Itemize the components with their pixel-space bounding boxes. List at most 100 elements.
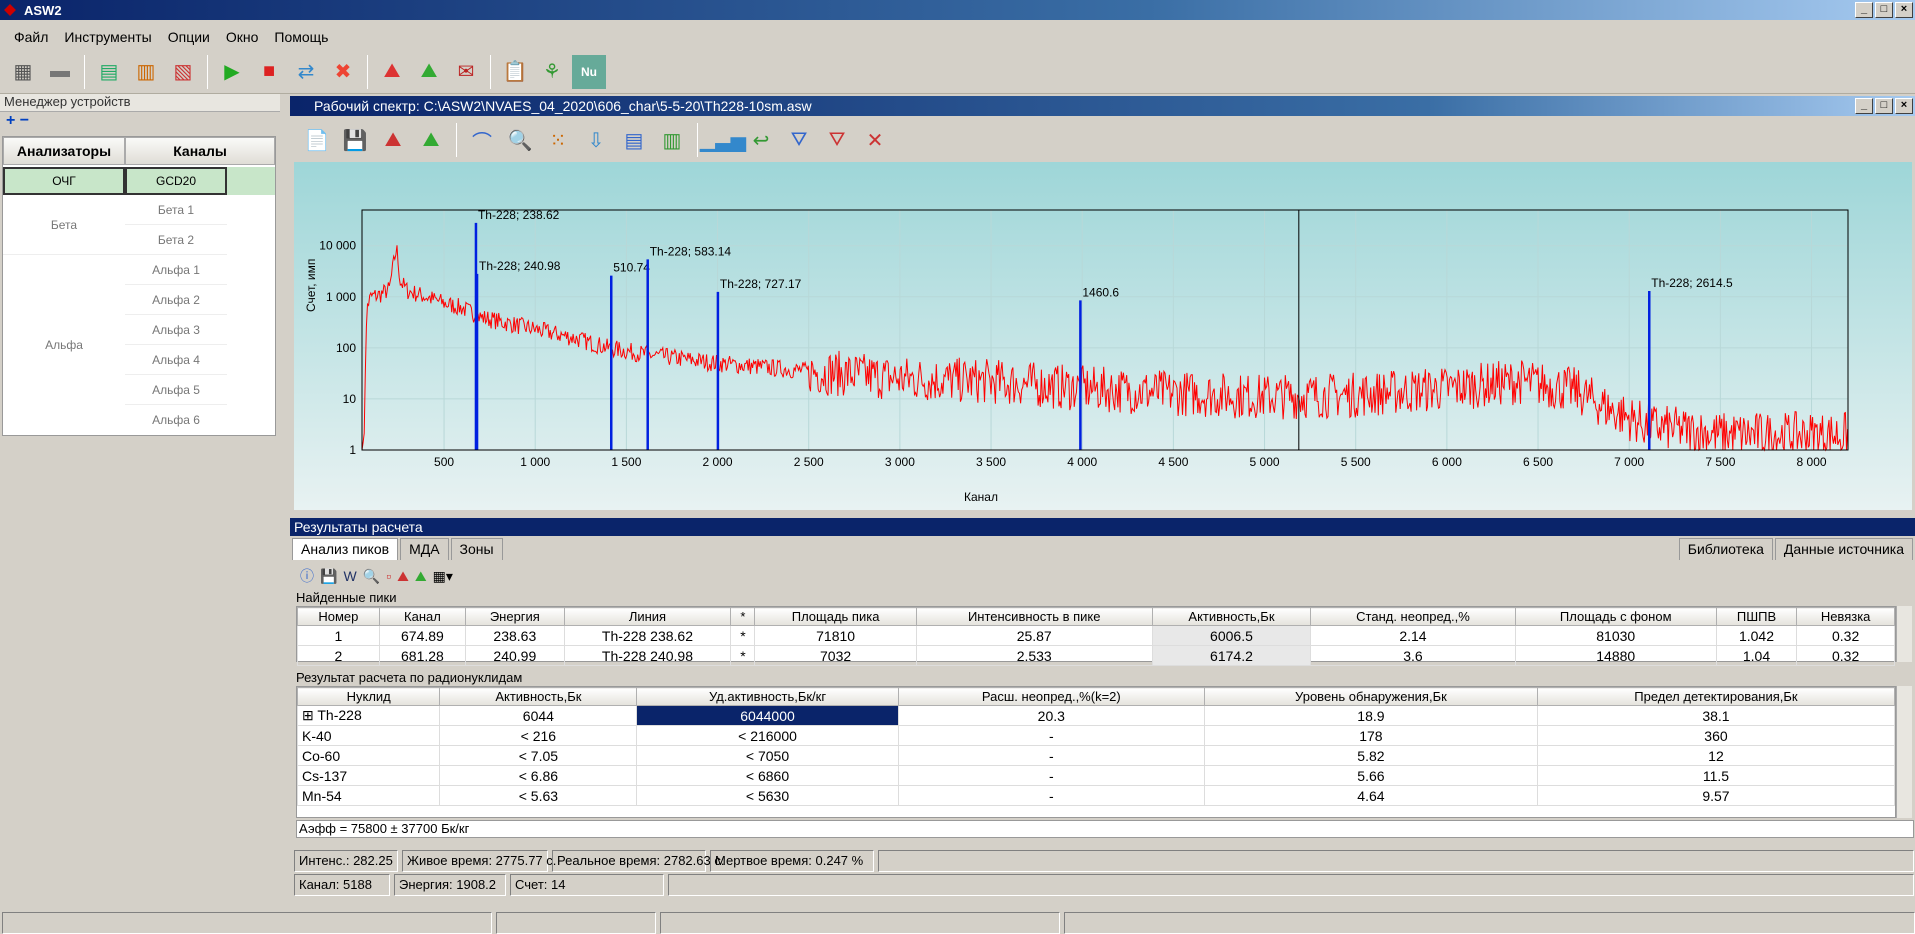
peak-col-7[interactable]: Активность,Бк [1151, 607, 1312, 626]
menu-window[interactable]: Окно [226, 29, 259, 45]
peak-col-1[interactable]: Канал [378, 607, 467, 626]
nuclide-cell[interactable]: 6044000 [636, 705, 899, 726]
undo-icon[interactable]: ↩ [744, 123, 778, 157]
nuclide-cell[interactable]: 178 [1203, 725, 1538, 746]
peak-cell[interactable]: 674.89 [378, 625, 467, 646]
nuclide-cell[interactable]: < 6860 [636, 765, 899, 786]
nuclide-cell[interactable]: 12 [1536, 745, 1896, 766]
delete-icon[interactable]: ✖ [326, 55, 360, 89]
menu-tools[interactable]: Инструменты [64, 29, 151, 45]
nuclide-cell[interactable]: ⊞ Th-228 [296, 705, 441, 726]
add-icon[interactable]: + [6, 112, 15, 129]
channel-alpha3[interactable]: Альфа 3 [125, 315, 227, 345]
analyzer-ochg[interactable]: ОЧГ [3, 167, 125, 195]
tab-zones[interactable]: Зоны [450, 538, 503, 560]
list-icon[interactable]: ▥ [129, 55, 163, 89]
tab-source-data[interactable]: Данные источника [1774, 538, 1913, 560]
table-row[interactable]: Cs-137 < 6.86 < 6860-5.66 11.5 [296, 765, 1896, 786]
save-icon[interactable]: 💾 [338, 123, 372, 157]
peak-cell[interactable]: 14880 [1514, 645, 1717, 666]
peak-cell[interactable]: 2 [297, 645, 380, 666]
dots-icon[interactable]: ⁙ [541, 123, 575, 157]
nuclide-cell[interactable]: < 5.63 [439, 785, 638, 806]
minimize-button[interactable]: _ [1855, 2, 1873, 18]
nuclide-cell[interactable]: - [897, 745, 1205, 766]
spectrum-compare-icon[interactable]: ⛰ [376, 123, 410, 157]
peak-col-5[interactable]: Площадь пика [754, 607, 917, 626]
channel-alpha4[interactable]: Альфа 4 [125, 345, 227, 375]
nuclide-col-5[interactable]: Предел детектирования,Бк [1536, 687, 1896, 706]
spectrum2-icon[interactable]: ⛰ [412, 55, 446, 89]
import-icon[interactable]: ⇩ [579, 123, 613, 157]
channel-beta2[interactable]: Бета 2 [125, 225, 227, 255]
peak-cell[interactable]: 1.04 [1715, 645, 1798, 666]
table-row[interactable]: Co-60 < 7.05 < 7050-5.82 12 [296, 745, 1896, 766]
peaks-scrollbar[interactable] [1896, 606, 1912, 662]
save-results-icon[interactable]: 💾 [320, 568, 337, 585]
nuclide-cell[interactable]: 38.1 [1536, 705, 1896, 726]
config-icon[interactable]: ▤ [92, 55, 126, 89]
play-icon[interactable]: ▶ [215, 55, 249, 89]
peak-cell[interactable]: * [730, 625, 756, 646]
info-icon[interactable]: ⓘ [300, 566, 314, 586]
nuclide-cell[interactable]: < 6.86 [439, 765, 638, 786]
remove-peak-icon[interactable]: ⛛ [820, 123, 854, 157]
nuclide-cell[interactable]: 6044 [439, 705, 638, 726]
analyzer-beta[interactable]: Бета [3, 195, 125, 255]
maximize-button[interactable]: □ [1875, 2, 1893, 18]
bars-icon[interactable]: ▥ [655, 123, 689, 157]
peak-cell[interactable]: 1 [297, 625, 380, 646]
table-row[interactable]: K-40 < 216 < 216000-178 360 [296, 725, 1896, 746]
peak-cell[interactable]: Th-228 240.98 [563, 645, 732, 666]
table-row[interactable]: 2 681.28 240.99 Th-228 240.98 * 7032 2.533 6174… [297, 645, 1895, 666]
report-icon[interactable]: 📄 [300, 123, 334, 157]
channel-alpha2[interactable]: Альфа 2 [125, 285, 227, 315]
peak-col-4[interactable]: * [730, 607, 756, 626]
nuclide-cell[interactable]: < 216 [439, 725, 638, 746]
peak-cell[interactable]: 1.042 [1715, 625, 1798, 646]
peak-cell[interactable]: 6174.2 [1151, 645, 1312, 666]
tab-peak-analysis[interactable]: Анализ пиков [292, 538, 399, 560]
menu-file[interactable]: Файл [14, 29, 48, 45]
peak-col-6[interactable]: Интенсивность в пике [915, 607, 1153, 626]
nuclide-cell[interactable]: - [897, 765, 1205, 786]
peak-cell[interactable]: 2.533 [915, 645, 1153, 666]
nuclide-cell[interactable]: 9.57 [1536, 785, 1896, 806]
table-row[interactable]: 1 674.89 238.63 Th-228 238.62 * 71810 25.87 600… [297, 625, 1895, 646]
peak-cell[interactable]: 7032 [754, 645, 917, 666]
table-icon[interactable]: ▤ [617, 123, 651, 157]
nuclide-cell[interactable]: 18.9 [1203, 705, 1538, 726]
chart-small-icon[interactable]: ⛰ [397, 568, 409, 585]
peak-col-0[interactable]: Номер [297, 607, 380, 626]
clear-icon[interactable]: ✕ [858, 123, 892, 157]
peak-cell[interactable]: 81030 [1514, 625, 1717, 646]
word-icon[interactable]: W [343, 568, 356, 584]
pdf-icon[interactable]: ▫ [386, 568, 391, 584]
peak-col-9[interactable]: Площадь с фоном [1514, 607, 1717, 626]
table-row[interactable]: Mn-54 < 5.63 < 5630-4.64 9.57 [296, 785, 1896, 806]
chart-icon[interactable]: ▧ [166, 55, 200, 89]
chart-small2-icon[interactable]: ⛰ [415, 568, 427, 585]
nuclide-cell[interactable]: 5.66 [1203, 765, 1538, 786]
tab-library[interactable]: Библиотека [1678, 538, 1773, 560]
peak-cell[interactable]: 240.99 [465, 645, 565, 666]
peak-cell[interactable]: 0.32 [1796, 645, 1895, 666]
spectrum-chart[interactable]: Th-228; 238.62 Th-228; 240.98 510.74 Th-228… [294, 162, 1912, 510]
peak-cell[interactable]: 2.14 [1310, 625, 1516, 646]
analyzer-alpha[interactable]: Альфа [3, 255, 125, 435]
nuclide-cell[interactable]: 11.5 [1536, 765, 1896, 786]
preview-icon[interactable]: 🔍 [363, 568, 380, 585]
remove-icon[interactable]: − [20, 112, 29, 129]
nuclide-cell[interactable]: Co-60 [296, 745, 441, 766]
peak-cell[interactable]: 238.63 [465, 625, 565, 646]
device-icon[interactable]: ▦ [6, 55, 40, 89]
nuclide-cell[interactable]: < 7.05 [439, 745, 638, 766]
calibration-icon[interactable]: ✉ [449, 55, 483, 89]
nuclide-cell[interactable]: < 216000 [636, 725, 899, 746]
peak-cell[interactable]: * [730, 645, 756, 666]
peak-col-2[interactable]: Энергия [465, 607, 565, 626]
nuclide-cell[interactable]: K-40 [296, 725, 441, 746]
nuclide-cell[interactable]: Cs-137 [296, 765, 441, 786]
channel-alpha6[interactable]: Альфа 6 [125, 405, 227, 435]
nuclide-cell[interactable]: Mn-54 [296, 785, 441, 806]
